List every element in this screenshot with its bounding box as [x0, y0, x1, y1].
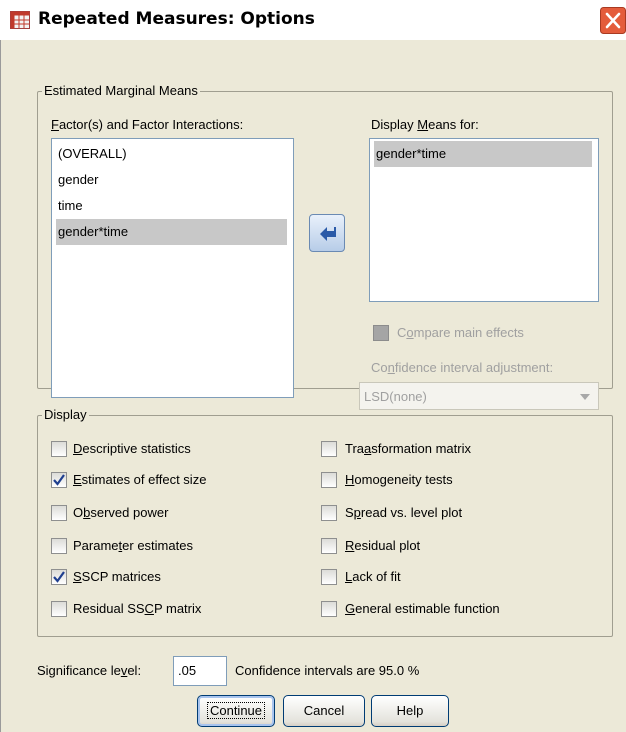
parameter-estimates-checkbox[interactable] — [51, 538, 67, 554]
parameter-estimates-label: Parameter estimates — [73, 538, 193, 553]
sscp-matrices-label: SSCP matrices — [73, 569, 161, 584]
lack-of-fit-checkbox[interactable] — [321, 569, 337, 585]
effect-size-checkbox[interactable] — [51, 472, 67, 488]
homogeneity-tests-checkbox[interactable] — [321, 472, 337, 488]
residual-plot-checkbox[interactable] — [321, 538, 337, 554]
significance-label: Significance level: — [37, 663, 142, 678]
homogeneity-tests-label: Homogeneity tests — [345, 472, 453, 487]
display-legend: Display — [42, 407, 89, 422]
check-icon — [53, 571, 65, 583]
effect-size-label: Estimates of effect size — [73, 472, 207, 487]
title-bar: Repeated Measures: Options — [0, 0, 626, 40]
ci-adjustment-value: LSD(none) — [364, 389, 427, 404]
list-item[interactable]: gender — [56, 167, 98, 193]
help-button[interactable]: Help — [371, 695, 449, 727]
descriptive-statistics-label: Descriptive statistics — [73, 441, 191, 456]
display-means-listbox[interactable]: gender*time — [369, 138, 599, 302]
general-estimable-function-label: General estimable function — [345, 601, 500, 616]
list-item-selected[interactable]: gender*time — [56, 219, 287, 245]
spread-vs-level-checkbox[interactable] — [321, 505, 337, 521]
spss-grid-icon — [10, 11, 30, 29]
cancel-button[interactable]: Cancel — [283, 695, 365, 727]
close-icon[interactable] — [600, 7, 626, 34]
arrow-left-icon — [320, 227, 336, 241]
spread-vs-level-label: Spread vs. level plot — [345, 505, 463, 520]
ci-adjustment-label: Confidence interval adjustment: — [371, 360, 554, 375]
residual-plot-label: Residual plot — [345, 538, 421, 553]
list-item-selected[interactable]: gender*time — [374, 141, 592, 167]
ci-adjustment-select[interactable]: LSD(none) — [359, 382, 599, 410]
sscp-matrices-checkbox[interactable] — [51, 569, 67, 585]
dialog-body: Estimated Marginal Means Factor(s) and F… — [0, 40, 626, 732]
descriptive-statistics-checkbox[interactable] — [51, 441, 67, 457]
ci-text: Confidence intervals are 95.0 % — [235, 663, 420, 678]
factors-listbox[interactable]: (OVERALL) gender time gender*time — [51, 138, 294, 398]
check-icon — [53, 474, 65, 486]
general-estimable-function-checkbox[interactable] — [321, 601, 337, 617]
factors-label: Factor(s) and Factor Interactions: — [51, 117, 244, 132]
list-item[interactable]: time — [56, 193, 83, 219]
options-dialog: Repeated Measures: Options Estimated Mar… — [0, 0, 626, 732]
residual-sscp-checkbox[interactable] — [51, 601, 67, 617]
compare-main-effects-label: Compare main effects — [397, 325, 524, 340]
list-item[interactable]: (OVERALL) — [56, 141, 127, 167]
compare-main-effects-checkbox[interactable] — [373, 325, 389, 341]
lack-of-fit-label: Lack of fit — [345, 569, 401, 584]
move-to-display-means-button[interactable] — [309, 214, 345, 252]
observed-power-checkbox[interactable] — [51, 505, 67, 521]
display-means-label: Display Means for: — [371, 117, 479, 132]
chevron-down-icon — [580, 394, 590, 400]
residual-sscp-label: Residual SSCP matrix — [73, 601, 202, 616]
transformation-matrix-checkbox[interactable] — [321, 441, 337, 457]
window-title: Repeated Measures: Options — [38, 9, 315, 29]
observed-power-label: Observed power — [73, 505, 169, 520]
transformation-matrix-label: Traasformation matrix — [345, 441, 471, 456]
significance-input[interactable]: .05 — [173, 656, 227, 686]
continue-button[interactable]: Continue — [197, 695, 275, 727]
emm-legend: Estimated Marginal Means — [42, 83, 200, 98]
